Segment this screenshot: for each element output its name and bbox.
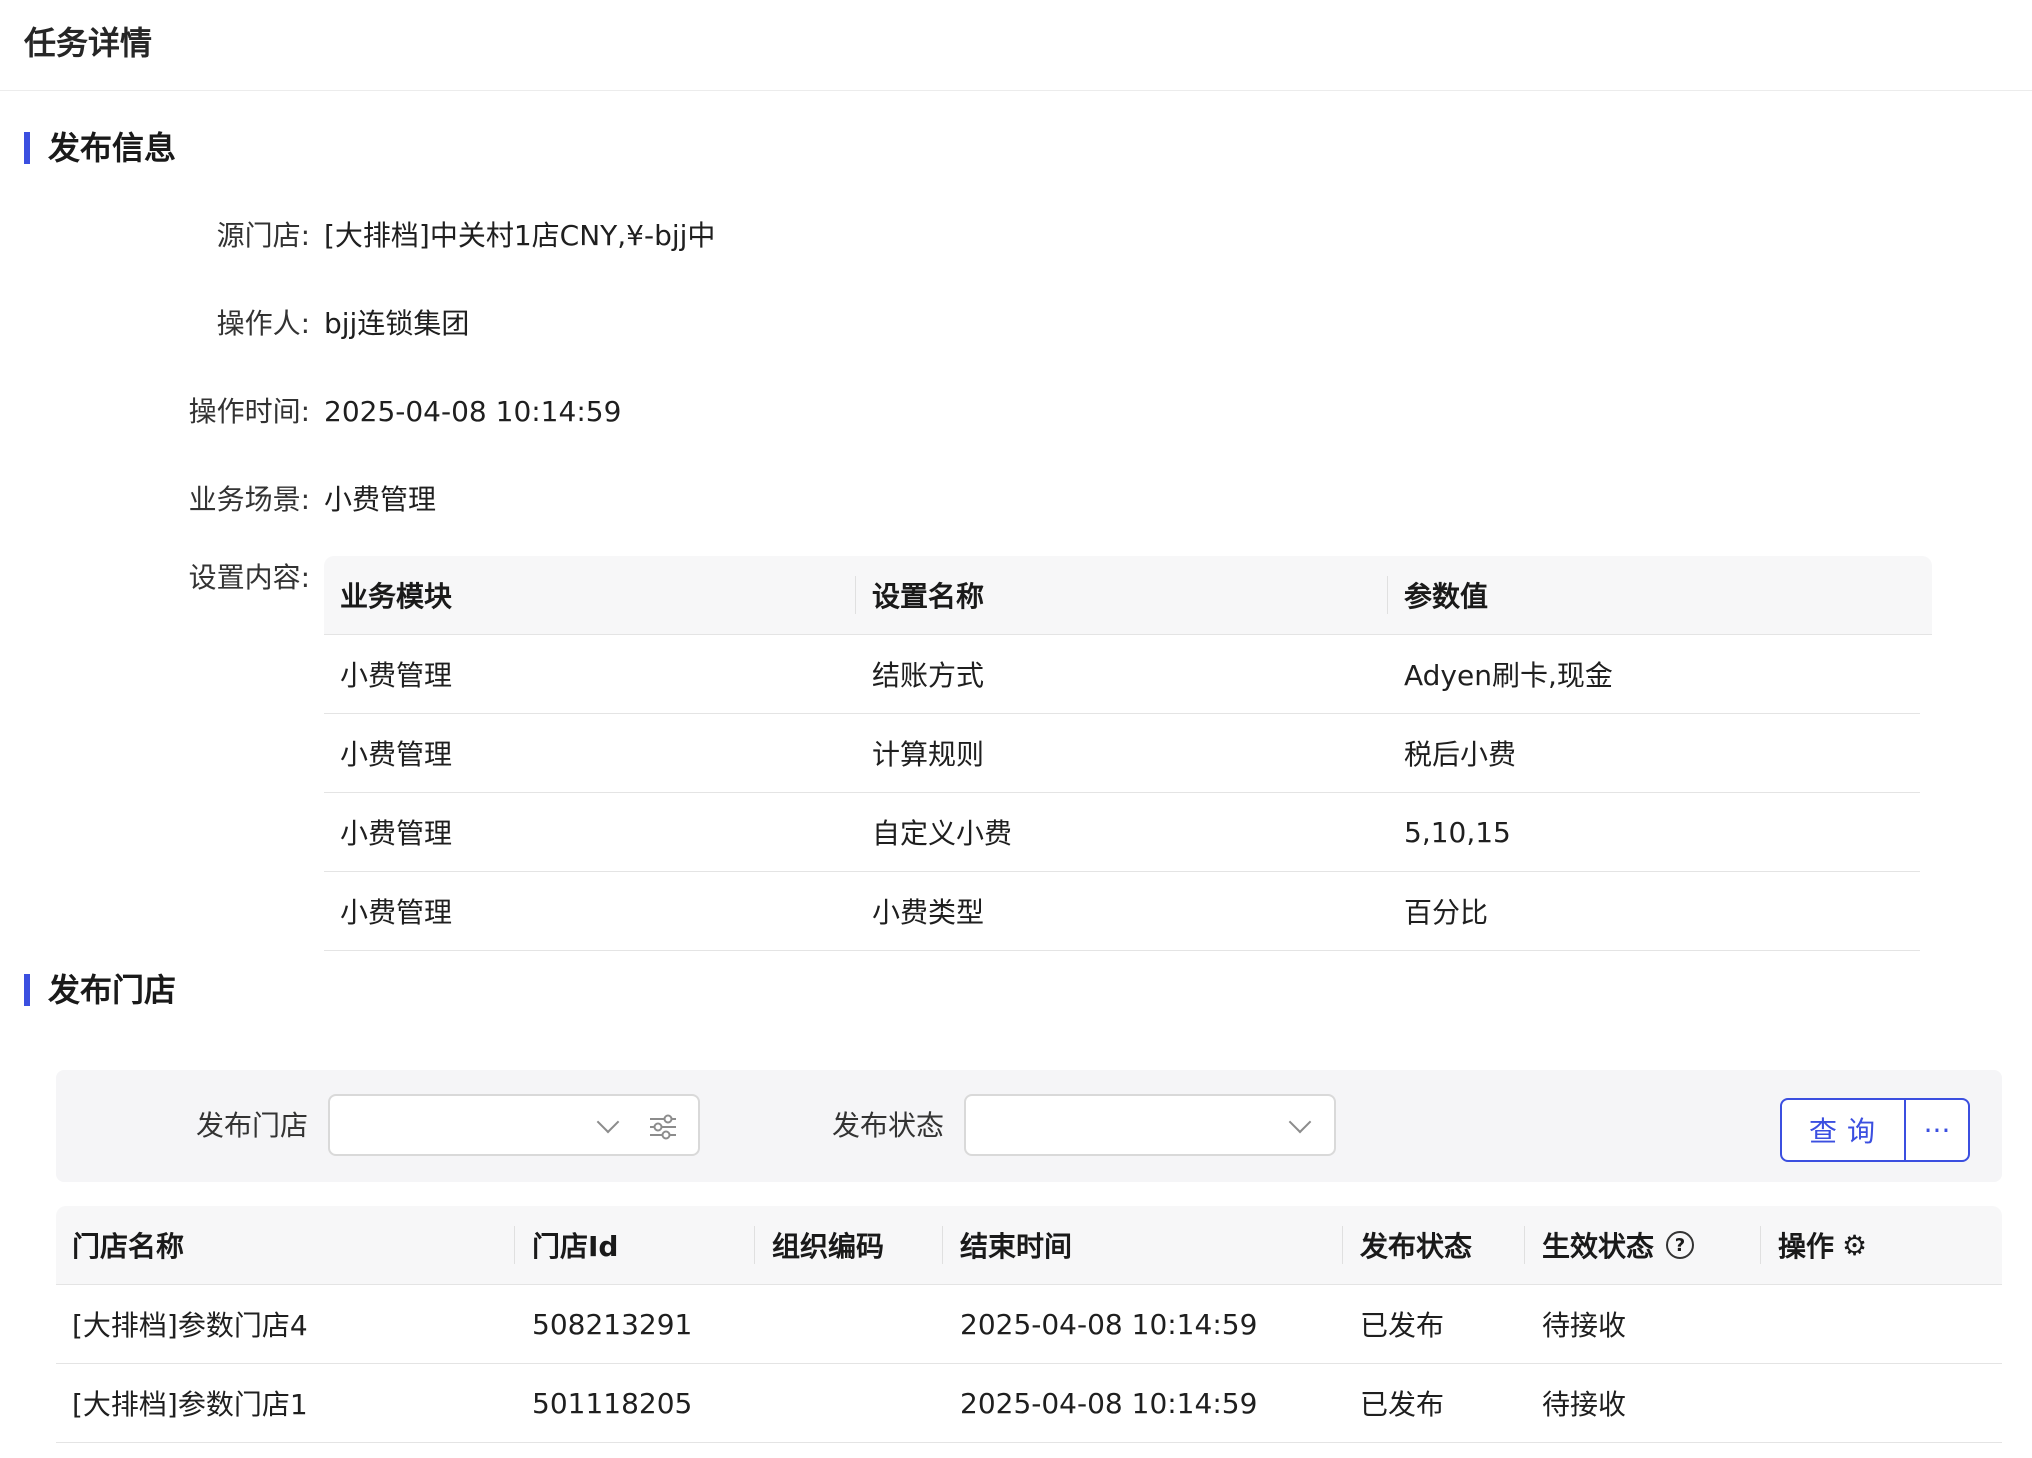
- operation-time-value: 2025-04-08 10:14:59: [324, 395, 622, 428]
- status-select[interactable]: [964, 1094, 1336, 1156]
- section-publish-stores: 发布门店: [24, 970, 176, 1010]
- table-cell: 待接收: [1542, 1388, 1627, 1421]
- table-row: 小费管理 自定义小费 5,10,15: [324, 793, 1920, 872]
- table-cell: 508213291: [532, 1307, 693, 1341]
- column-header: 设置名称: [872, 580, 985, 613]
- column-header: 发布状态: [1360, 1230, 1473, 1263]
- column-header-actions: 操作 ⚙: [1778, 1206, 1867, 1284]
- table-cell: 501118205: [532, 1386, 693, 1420]
- settings-table-header: 业务模块 设置名称 参数值: [324, 556, 1932, 635]
- section-accent-bar: [24, 974, 30, 1006]
- column-header: 门店Id: [532, 1230, 619, 1263]
- chevron-down-icon: [1288, 1110, 1312, 1134]
- table-cell: 百分比: [1404, 896, 1489, 929]
- business-scene-label: 业务场景:: [188, 483, 310, 516]
- table-cell: 小费管理: [340, 896, 453, 929]
- operator-label: 操作人:: [216, 307, 310, 340]
- table-cell: 已发布: [1360, 1309, 1445, 1342]
- table-row: 小费管理 计算规则 税后小费: [324, 714, 1920, 793]
- column-header: 结束时间: [960, 1230, 1073, 1263]
- chevron-down-icon: [596, 1110, 620, 1134]
- store-filter-label: 发布门店: [196, 1109, 309, 1142]
- settings-content-label: 设置内容:: [188, 561, 310, 594]
- column-header: 生效状态: [1542, 1230, 1655, 1263]
- source-store-label: 源门店:: [216, 219, 310, 252]
- title-divider: [0, 90, 2032, 91]
- column-header: 参数值: [1404, 580, 1489, 613]
- store-select[interactable]: [328, 1094, 700, 1156]
- table-cell: 结账方式: [872, 659, 985, 692]
- table-cell: 5,10,15: [1404, 815, 1511, 849]
- column-header: 操作: [1778, 1230, 1835, 1263]
- gear-icon[interactable]: ⚙: [1842, 1229, 1867, 1262]
- table-cell: 小费管理: [340, 738, 453, 771]
- operator-value: bjj连锁集团: [324, 307, 470, 340]
- table-cell: 2025-04-08 10:14:59: [960, 1386, 1258, 1420]
- section-title: 发布信息: [48, 129, 177, 167]
- section-title: 发布门店: [48, 971, 177, 1009]
- column-header: 业务模块: [340, 580, 453, 613]
- table-cell: [大排档]参数门店1: [72, 1388, 308, 1421]
- table-cell: 待接收: [1542, 1309, 1627, 1342]
- operation-time-label: 操作时间:: [188, 395, 310, 428]
- table-cell: Adyen刷卡,现金: [1404, 659, 1613, 692]
- table-cell: 计算规则: [872, 738, 985, 771]
- stores-table-header: 门店名称 门店Id 组织编码 结束时间 发布状态 生效状态 ? 操作 ⚙: [56, 1206, 2002, 1285]
- table-cell: 自定义小费: [872, 817, 1013, 850]
- query-button-group: 查询 ···: [1780, 1098, 1970, 1162]
- table-cell: 小费管理: [340, 659, 453, 692]
- page-title: 任务详情: [24, 24, 153, 62]
- table-cell: 小费管理: [340, 817, 453, 850]
- column-header: 门店名称: [72, 1230, 185, 1263]
- stores-table: 门店名称 门店Id 组织编码 结束时间 发布状态 生效状态 ? 操作 ⚙ [大排…: [56, 1206, 2002, 1443]
- column-header-effect-status: 生效状态 ?: [1542, 1206, 1695, 1284]
- settings-table: 业务模块 设置名称 参数值 小费管理 结账方式 Adyen刷卡,现金 小费管理 …: [324, 556, 1932, 951]
- table-cell: 2025-04-08 10:14:59: [960, 1307, 1258, 1341]
- business-scene-value: 小费管理: [324, 483, 437, 516]
- sliders-icon[interactable]: [648, 1114, 678, 1140]
- table-cell: 小费类型: [872, 896, 985, 929]
- table-cell: [大排档]参数门店4: [72, 1309, 308, 1342]
- column-header: 组织编码: [772, 1230, 885, 1263]
- section-publish-info: 发布信息: [24, 128, 176, 168]
- question-circle-icon[interactable]: ?: [1666, 1231, 1695, 1259]
- status-filter-label: 发布状态: [832, 1109, 945, 1142]
- table-row: [大排档]参数门店4 508213291 2025-04-08 10:14:59…: [56, 1285, 2002, 1364]
- source-store-value: [大排档]中关村1店CNY,¥-bjj中: [324, 219, 716, 252]
- more-button[interactable]: ···: [1906, 1100, 1968, 1160]
- table-row: 小费管理 结账方式 Adyen刷卡,现金: [324, 635, 1920, 714]
- table-cell: 税后小费: [1404, 738, 1517, 771]
- table-row: [大排档]参数门店1 501118205 2025-04-08 10:14:59…: [56, 1364, 2002, 1443]
- table-cell: 已发布: [1360, 1388, 1445, 1421]
- section-accent-bar: [24, 132, 30, 164]
- table-row: 小费管理 小费类型 百分比: [324, 872, 1920, 951]
- query-button[interactable]: 查询: [1782, 1100, 1906, 1160]
